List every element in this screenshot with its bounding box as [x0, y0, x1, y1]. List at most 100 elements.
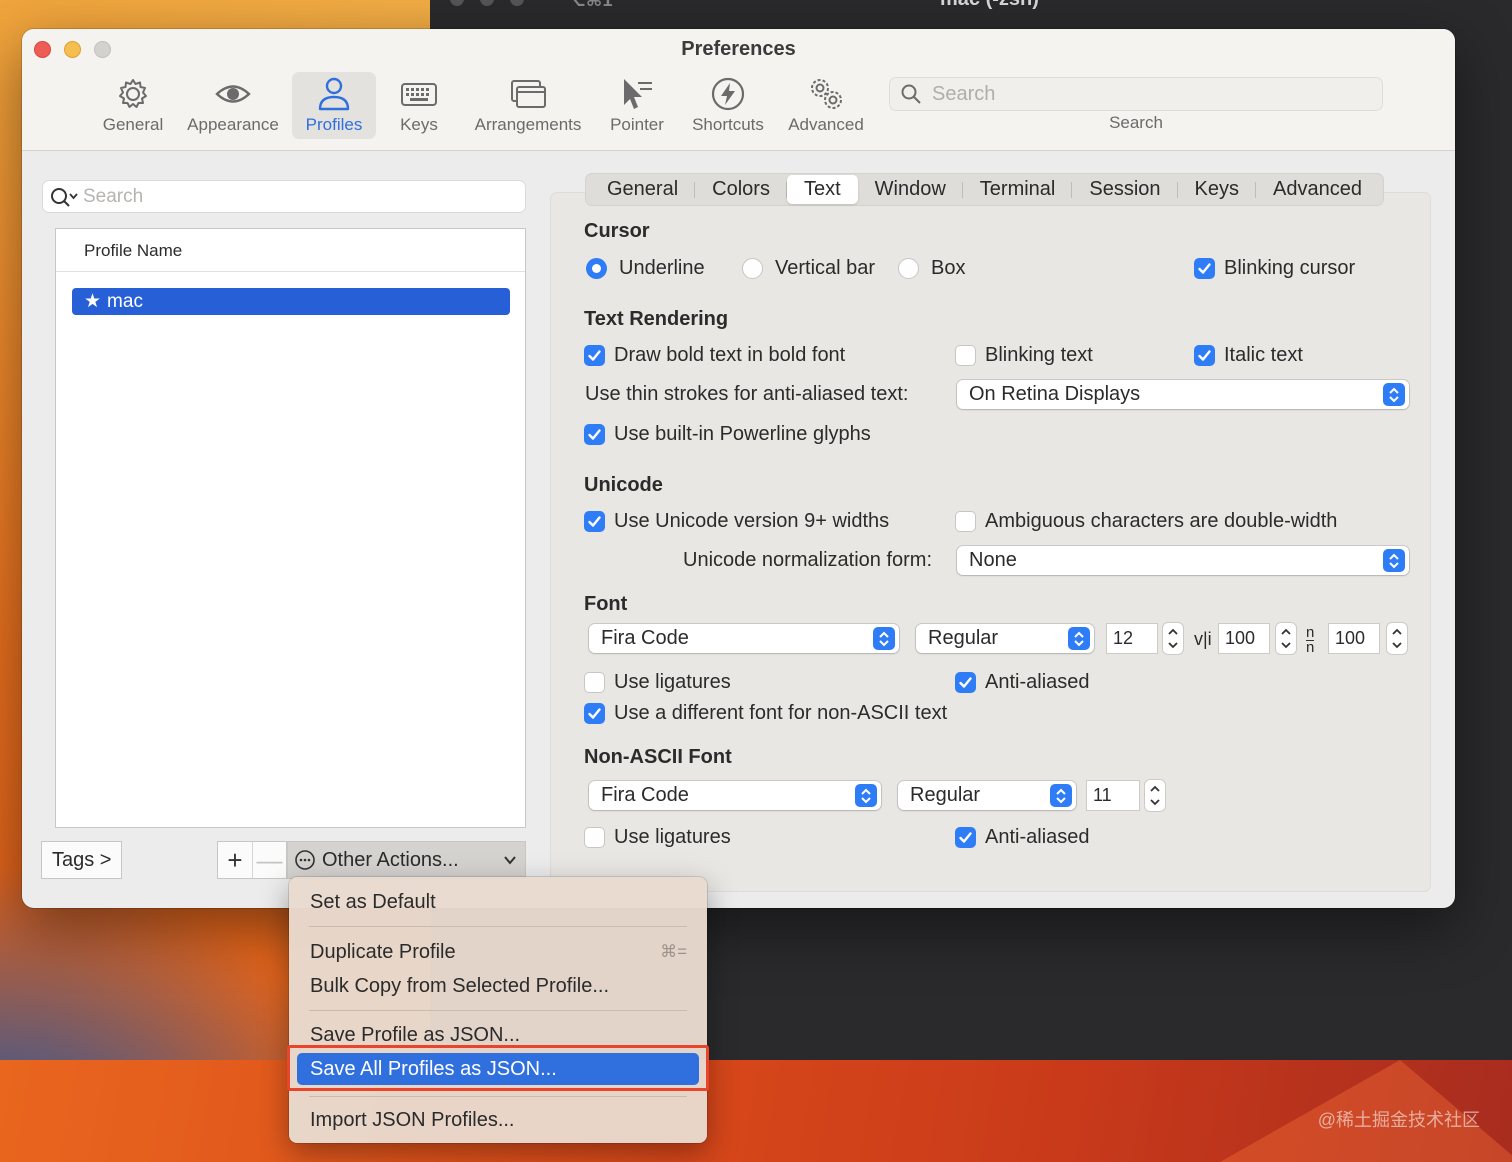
radio-unselected-icon	[898, 258, 919, 279]
profile-tabs: General Colors Text Window Terminal Sess…	[585, 173, 1384, 206]
font-size-field[interactable]: 12	[1107, 624, 1157, 653]
other-actions-button[interactable]: Other Actions...	[287, 841, 526, 879]
menu-item-duplicate-profile[interactable]: Duplicate Profile	[310, 941, 456, 964]
non-ascii-ligatures-checkbox[interactable]: Use ligatures	[584, 826, 731, 849]
vertical-spacing-stepper[interactable]	[1387, 623, 1407, 654]
cursor-underline-label: Underline	[619, 257, 705, 279]
checkbox-checked-icon	[1194, 345, 1215, 366]
toolbar-item-advanced[interactable]: Advanced	[782, 72, 870, 139]
toolbar-item-keys[interactable]: Keys	[386, 72, 452, 139]
normalization-popup[interactable]: None	[957, 546, 1409, 575]
bold-font-checkbox[interactable]: Draw bold text in bold font	[584, 344, 845, 367]
font-ligatures-checkbox[interactable]: Use ligatures	[584, 671, 731, 694]
profile-search-input[interactable]: Search	[42, 180, 526, 213]
cursor-vertical-bar-radio[interactable]: Vertical bar	[742, 257, 875, 280]
non-ascii-font-size-field[interactable]: 11	[1087, 781, 1139, 810]
tab-colors[interactable]: Colors	[695, 175, 787, 204]
menu-item-save-profile-json[interactable]: Save Profile as JSON...	[310, 1024, 520, 1047]
tab-general[interactable]: General	[590, 175, 696, 204]
menu-separator	[309, 926, 687, 927]
menu-item-set-as-default[interactable]: Set as Default	[310, 891, 436, 914]
horizontal-spacing-field[interactable]: 100	[1219, 624, 1269, 653]
search-icon	[901, 84, 921, 104]
terminal-title: mac (-zsh)	[940, 0, 1039, 11]
tab-keys[interactable]: Keys	[1178, 175, 1257, 204]
tab-terminal[interactable]: Terminal	[963, 175, 1073, 204]
add-remove-control: + —	[217, 841, 287, 879]
search-filter-icon	[51, 187, 78, 207]
menu-separator	[309, 1010, 687, 1011]
font-family-popup[interactable]: Fira Code	[589, 624, 899, 653]
window-title: Preferences	[681, 38, 796, 60]
blinking-cursor-checkbox[interactable]: Blinking cursor	[1194, 257, 1355, 280]
toolbar-item-shortcuts[interactable]: Shortcuts	[684, 72, 772, 139]
toolbar-item-appearance[interactable]: Appearance	[182, 72, 284, 139]
non-ascii-font-style-popup[interactable]: Regular	[898, 781, 1076, 810]
toolbar-label-keys: Keys	[400, 115, 438, 134]
toolbar-search-field[interactable]: Search	[889, 77, 1383, 111]
tab-text[interactable]: Text	[786, 175, 858, 204]
watermark: @稀土掘金技术社区	[1317, 1110, 1480, 1130]
gear-icon	[119, 79, 147, 108]
profile-name-column-header[interactable]: Profile Name	[56, 229, 525, 272]
checkbox-checked-icon	[584, 345, 605, 366]
font-size-stepper[interactable]	[1163, 623, 1183, 654]
profile-row-name: mac	[107, 290, 143, 312]
checkbox-checked-icon	[584, 703, 605, 724]
menu-item-import-json-profiles[interactable]: Import JSON Profiles...	[310, 1109, 515, 1132]
add-profile-button[interactable]: +	[218, 842, 252, 878]
toolbar-label-general: General	[102, 115, 164, 134]
non-ascii-antialiased-checkbox[interactable]: Anti-aliased	[955, 826, 1090, 849]
toolbar-item-arrangements[interactable]: Arrangements	[466, 72, 590, 139]
blinking-text-checkbox[interactable]: Blinking text	[955, 344, 1093, 367]
toolbar-item-profiles[interactable]: Profiles	[292, 72, 376, 139]
vertical-spacing-glyph: nn	[1306, 624, 1315, 656]
person-icon	[318, 77, 350, 111]
preferences-window: Preferences General Appearance Profiles …	[22, 29, 1455, 908]
ambiguous-width-checkbox[interactable]: Ambiguous characters are double-width	[955, 510, 1337, 533]
normalization-label: Unicode normalization form:	[683, 549, 932, 571]
remove-profile-button[interactable]: —	[251, 842, 286, 878]
non-ascii-font-family-popup[interactable]: Fira Code	[589, 781, 881, 810]
profile-row-mac[interactable]: ★ mac	[72, 288, 510, 315]
checkbox-unchecked-icon	[955, 511, 976, 532]
cursor-underline-radio[interactable]: Underline	[586, 257, 705, 280]
toolbar-item-general[interactable]: General	[94, 72, 172, 139]
terminal-traffic-lights	[450, 0, 540, 11]
menu-item-bulk-copy[interactable]: Bulk Copy from Selected Profile...	[310, 975, 609, 998]
tab-session[interactable]: Session	[1072, 175, 1178, 204]
font-antialiased-checkbox[interactable]: Anti-aliased	[955, 671, 1090, 694]
text-rendering-section-title: Text Rendering	[584, 308, 729, 330]
radio-unselected-icon	[742, 258, 763, 279]
toolbar-search-label: Search	[1109, 113, 1163, 132]
cursor-box-radio[interactable]: Box	[898, 257, 965, 280]
annotation-highlight-box	[287, 1045, 709, 1091]
toolbar-label-profiles: Profiles	[305, 115, 363, 134]
toolbar-label-advanced: Advanced	[788, 115, 864, 134]
tab-window[interactable]: Window	[858, 175, 963, 204]
popup-arrows-icon	[1050, 784, 1072, 807]
tab-advanced[interactable]: Advanced	[1256, 175, 1379, 204]
horizontal-spacing-stepper[interactable]	[1276, 623, 1296, 654]
normalization-value: None	[969, 549, 1017, 571]
font-antialiased-label: Anti-aliased	[985, 671, 1090, 693]
thin-strokes-popup[interactable]: On Retina Displays	[957, 380, 1409, 409]
unicode-v9-checkbox[interactable]: Use Unicode version 9+ widths	[584, 510, 889, 533]
toolbar-label-arrangements: Arrangements	[474, 115, 582, 134]
vertical-spacing-field[interactable]: 100	[1329, 624, 1379, 653]
non-ascii-antialiased-label: Anti-aliased	[985, 826, 1090, 848]
italic-text-checkbox[interactable]: Italic text	[1194, 344, 1303, 367]
windows-icon	[511, 80, 546, 108]
eye-icon	[215, 85, 251, 103]
thin-strokes-value: On Retina Displays	[969, 383, 1141, 405]
toolbar-label-appearance: Appearance	[187, 115, 279, 134]
tags-button[interactable]: Tags >	[41, 841, 122, 879]
powerline-glyphs-checkbox[interactable]: Use built-in Powerline glyphs	[584, 423, 871, 446]
terminal-shortcut-label: ⌥⌘1	[565, 0, 613, 10]
toolbar-item-pointer[interactable]: Pointer	[602, 72, 672, 139]
non-ascii-font-checkbox[interactable]: Use a different font for non-ASCII text	[584, 702, 947, 725]
non-ascii-font-size-stepper[interactable]	[1145, 780, 1165, 811]
non-ascii-font-family-value: Fira Code	[601, 784, 689, 806]
font-style-popup[interactable]: Regular	[916, 624, 1094, 653]
cursor-vertical-bar-label: Vertical bar	[775, 257, 876, 279]
